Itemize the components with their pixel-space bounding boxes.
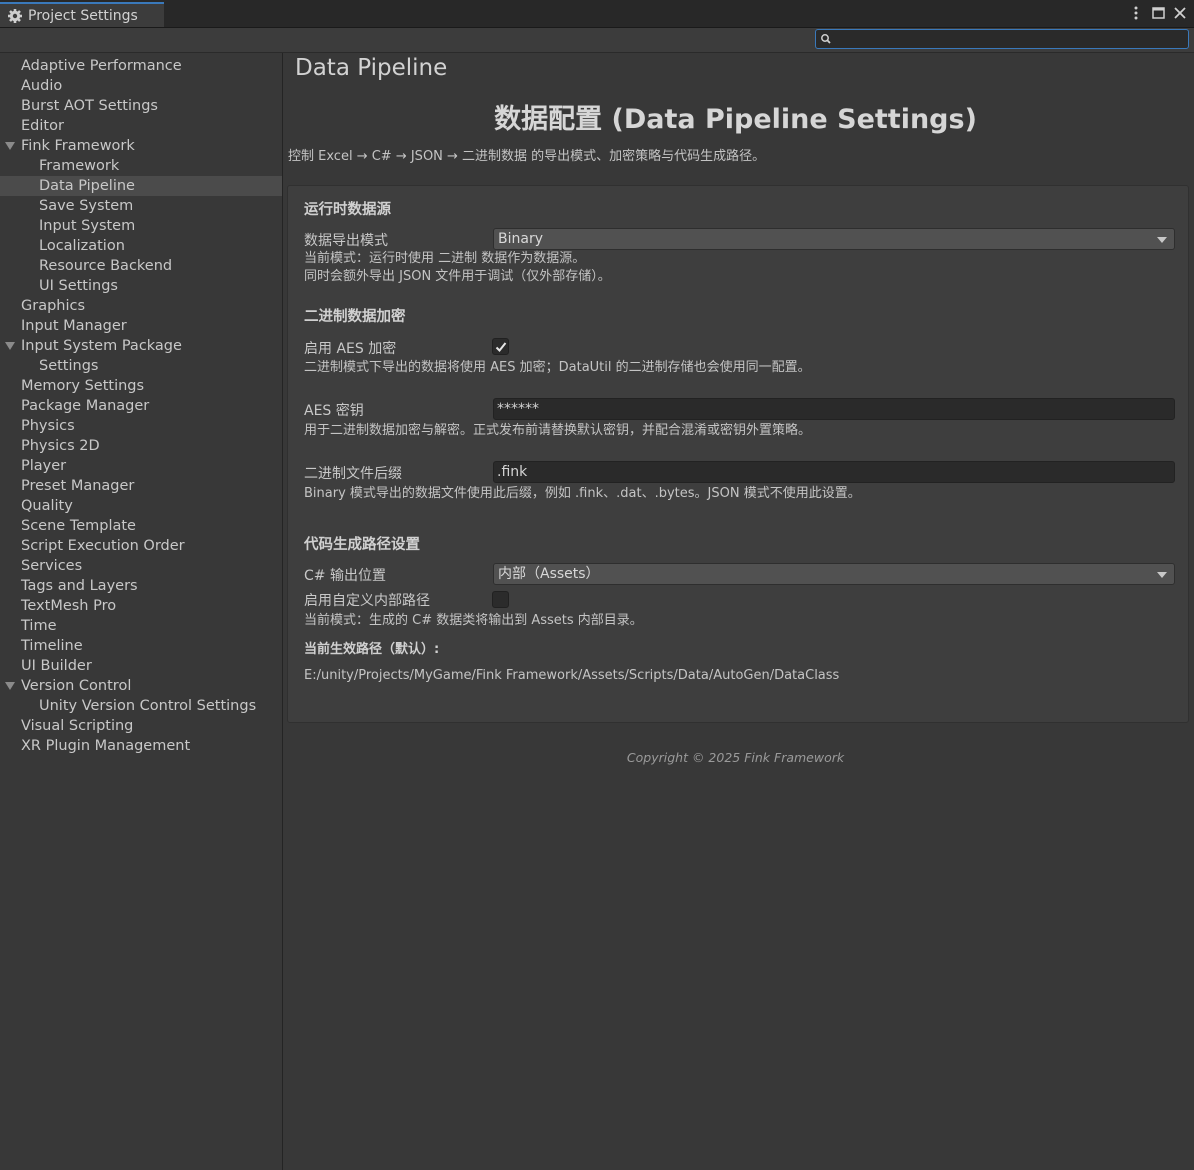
sidebar-item-ui-builder[interactable]: UI Builder bbox=[0, 656, 282, 676]
close-icon[interactable] bbox=[1172, 4, 1188, 22]
sidebar-item-textmesh-pro[interactable]: TextMesh Pro bbox=[0, 596, 282, 616]
dropdown-caret-icon bbox=[1157, 572, 1167, 578]
sidebar-item-input-system[interactable]: Input System bbox=[0, 216, 282, 236]
sidebar-item-player[interactable]: Player bbox=[0, 456, 282, 476]
sidebar-item-framework[interactable]: Framework bbox=[0, 156, 282, 176]
sidebar-item-physics-2d[interactable]: Physics 2D bbox=[0, 436, 282, 456]
aes-key-label: AES 密钥 bbox=[304, 403, 364, 419]
sidebar-item-scene-template[interactable]: Scene Template bbox=[0, 516, 282, 536]
aes-enable-label: 启用 AES 加密 bbox=[304, 341, 397, 357]
codegen-help: 当前模式：生成的 C# 数据类将输出到 Assets 内部目录。 bbox=[304, 613, 643, 628]
settings-content: Data Pipeline 数据配置 (Data Pipeline Settin… bbox=[283, 53, 1194, 1170]
sidebar-item-quality[interactable]: Quality bbox=[0, 496, 282, 516]
aes-enable-help: 二进制模式下导出的数据将使用 AES 加密；DataUtil 的二进制存储也会使… bbox=[304, 360, 811, 375]
sidebar-item-resource-backend[interactable]: Resource Backend bbox=[0, 256, 282, 276]
export-mode-label: 数据导出模式 bbox=[304, 233, 388, 249]
group-title-runtime: 运行时数据源 bbox=[304, 202, 391, 218]
sidebar-item-settings[interactable]: Settings bbox=[0, 356, 282, 376]
export-mode-dropdown[interactable]: Binary bbox=[493, 228, 1175, 250]
output-location-label: C# 输出位置 bbox=[304, 568, 386, 584]
expand-arrow-icon[interactable] bbox=[5, 682, 15, 690]
sidebar-item-graphics[interactable]: Graphics bbox=[0, 296, 282, 316]
settings-panel: 运行时数据源 数据导出模式 Binary 当前模式：运行时使用 二进制 数据作为… bbox=[287, 185, 1189, 723]
settings-heading: 数据配置 (Data Pipeline Settings) bbox=[494, 104, 977, 135]
checkmark-icon bbox=[495, 342, 507, 352]
sidebar-item-xr-plugin-management[interactable]: XR Plugin Management bbox=[0, 736, 282, 756]
sidebar-item-services[interactable]: Services bbox=[0, 556, 282, 576]
custom-path-checkbox[interactable] bbox=[492, 591, 509, 608]
sidebar-item-visual-scripting[interactable]: Visual Scripting bbox=[0, 716, 282, 736]
effective-path-value: E:/unity/Projects/MyGame/Fink Framework/… bbox=[304, 668, 840, 683]
expand-arrow-icon[interactable] bbox=[5, 142, 15, 150]
maximize-icon[interactable] bbox=[1150, 4, 1166, 22]
sidebar-item-input-system-package[interactable]: Input System Package bbox=[0, 336, 282, 356]
gear-icon bbox=[8, 8, 22, 23]
sidebar-item-adaptive-performance[interactable]: Adaptive Performance bbox=[0, 56, 282, 76]
settings-subtitle: 控制 Excel → C# → JSON → 二进制数据 的导出模式、加密策略与… bbox=[288, 149, 766, 164]
settings-sidebar: Adaptive Performance Audio Burst AOT Set… bbox=[0, 53, 283, 1170]
sidebar-item-data-pipeline[interactable]: Data Pipeline bbox=[0, 176, 282, 196]
suffix-help: Binary 模式导出的数据文件使用此后缀，例如 .fink、.dat、.byt… bbox=[304, 486, 861, 501]
window-titlebar: Project Settings bbox=[0, 0, 1194, 28]
sidebar-item-preset-manager[interactable]: Preset Manager bbox=[0, 476, 282, 496]
sidebar-item-physics[interactable]: Physics bbox=[0, 416, 282, 436]
group-title-encryption: 二进制数据加密 bbox=[304, 309, 406, 325]
page-title: Data Pipeline bbox=[295, 55, 448, 81]
copyright-footer: Copyright © 2025 Fink Framework bbox=[626, 750, 845, 765]
sidebar-item-package-manager[interactable]: Package Manager bbox=[0, 396, 282, 416]
aes-key-help: 用于二进制数据加密与解密。正式发布前请替换默认密钥，并配合混淆或密钥外置策略。 bbox=[304, 423, 812, 438]
output-location-dropdown[interactable]: 内部（Assets） bbox=[493, 563, 1175, 585]
search-icon bbox=[821, 34, 831, 44]
custom-path-label: 启用自定义内部路径 bbox=[304, 593, 430, 609]
tab-title: Project Settings bbox=[28, 7, 138, 24]
sidebar-item-time[interactable]: Time bbox=[0, 616, 282, 636]
sidebar-item-fink-framework[interactable]: Fink Framework bbox=[0, 136, 282, 156]
sidebar-item-script-execution-order[interactable]: Script Execution Order bbox=[0, 536, 282, 556]
sidebar-item-unity-version-control-settings[interactable]: Unity Version Control Settings bbox=[0, 696, 282, 716]
suffix-label: 二进制文件后缀 bbox=[304, 466, 402, 482]
runtime-help-1: 当前模式：运行时使用 二进制 数据作为数据源。 bbox=[304, 251, 586, 266]
suffix-value: .fink bbox=[497, 464, 528, 480]
sidebar-item-burst-aot-settings[interactable]: Burst AOT Settings bbox=[0, 96, 282, 116]
sidebar-item-timeline[interactable]: Timeline bbox=[0, 636, 282, 656]
suffix-field[interactable]: .fink bbox=[493, 461, 1175, 483]
effective-path-label: 当前生效路径（默认）: bbox=[304, 642, 440, 657]
runtime-help-2: 同时会额外导出 JSON 文件用于调试（仅外部存储）。 bbox=[304, 269, 611, 284]
aes-key-value: ****** bbox=[497, 401, 539, 417]
aes-key-field[interactable]: ****** bbox=[493, 398, 1175, 420]
sidebar-item-input-manager[interactable]: Input Manager bbox=[0, 316, 282, 336]
settings-toolbar bbox=[0, 28, 1194, 53]
more-options-icon[interactable] bbox=[1128, 4, 1144, 22]
sidebar-item-ui-settings[interactable]: UI Settings bbox=[0, 276, 282, 296]
search-input[interactable] bbox=[832, 30, 1184, 48]
expand-arrow-icon[interactable] bbox=[5, 342, 15, 350]
output-location-value: 内部（Assets） bbox=[498, 566, 600, 582]
sidebar-item-memory-settings[interactable]: Memory Settings bbox=[0, 376, 282, 396]
sidebar-item-tags-and-layers[interactable]: Tags and Layers bbox=[0, 576, 282, 596]
sidebar-item-editor[interactable]: Editor bbox=[0, 116, 282, 136]
sidebar-item-localization[interactable]: Localization bbox=[0, 236, 282, 256]
aes-enable-checkbox[interactable] bbox=[492, 338, 509, 355]
sidebar-item-version-control[interactable]: Version Control bbox=[0, 676, 282, 696]
sidebar-item-audio[interactable]: Audio bbox=[0, 76, 282, 96]
search-box[interactable] bbox=[815, 29, 1189, 49]
export-mode-value: Binary bbox=[498, 231, 543, 247]
dropdown-caret-icon bbox=[1157, 237, 1167, 243]
project-settings-tab[interactable]: Project Settings bbox=[0, 2, 164, 27]
group-title-codegen: 代码生成路径设置 bbox=[304, 537, 420, 553]
sidebar-item-save-system[interactable]: Save System bbox=[0, 196, 282, 216]
